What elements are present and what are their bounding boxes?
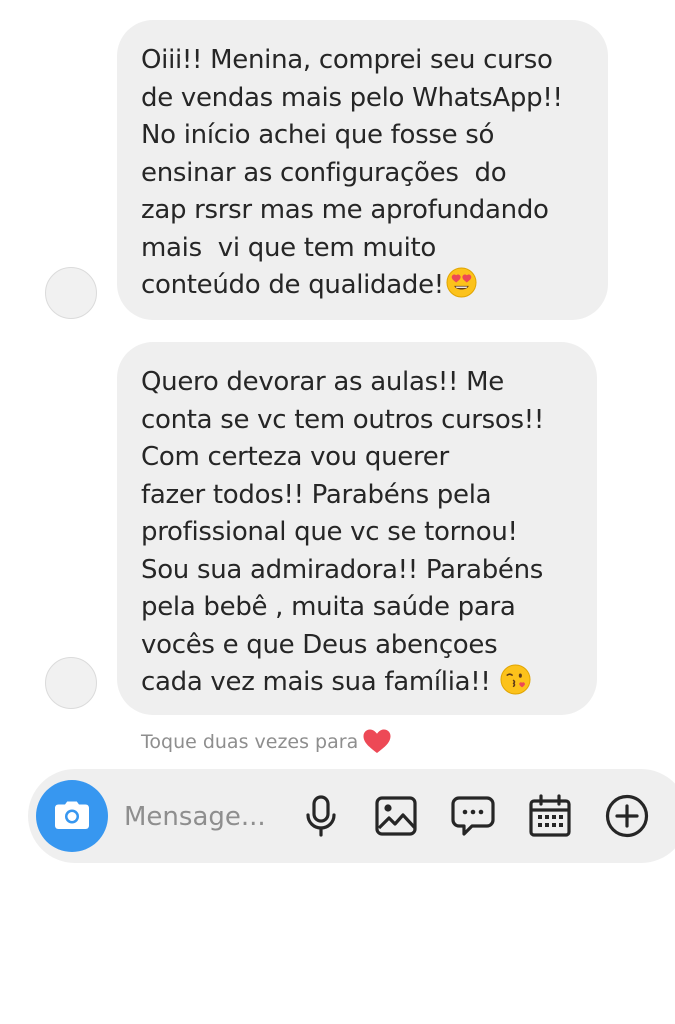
message-text-line: Sou sua admiradora!! Parabéns xyxy=(141,554,544,585)
message-text-line: pela bebê , muita saúde para xyxy=(141,592,516,622)
plus-circle-icon xyxy=(605,794,649,838)
message-text-line: Quero devorar as aulas!! Me xyxy=(141,367,504,397)
message-text-line: de vendas mais pelo WhatsApp!! xyxy=(141,82,563,113)
chat-bubble-button[interactable] xyxy=(450,792,496,840)
message-text-line: ensinar as configurações do xyxy=(141,157,507,188)
microphone-icon xyxy=(306,795,336,837)
message-text-fragment: cada vez mais sua família!! xyxy=(141,667,499,697)
message-bubble[interactable]: Oiii!! Menina, comprei seu curso de vend… xyxy=(117,20,608,320)
heart-eyes-emoji-icon xyxy=(446,267,477,298)
message-text-line-last: cada vez mais sua família!! xyxy=(141,664,577,702)
message-text-fragment: conteúdo de qualidade! xyxy=(141,270,444,300)
message-input[interactable] xyxy=(124,796,284,838)
message-bubble[interactable]: Quero devorar as aulas!! Me conta se vc … xyxy=(117,342,597,715)
gallery-icon xyxy=(375,796,417,836)
message-text-line: profissional que vc se tornou! xyxy=(141,517,518,547)
double-tap-like-hint: Toque duas vezes para xyxy=(141,728,392,754)
microphone-button[interactable] xyxy=(298,792,344,840)
sender-avatar[interactable] xyxy=(45,267,97,319)
message-text-line-last: conteúdo de qualidade! xyxy=(141,267,588,305)
message-text-line: mais vi que tem muito xyxy=(141,232,436,263)
message-text-line: zap rsrsr mas me aprofundando xyxy=(141,195,549,225)
message-text-line: No início achei que fosse só xyxy=(141,120,495,150)
heart-icon xyxy=(363,729,391,753)
gallery-button[interactable] xyxy=(373,792,419,840)
more-options-button[interactable] xyxy=(604,792,650,840)
camera-button[interactable] xyxy=(36,780,108,852)
message-text-line: vocês e que Deus abençoes xyxy=(141,629,498,660)
message-text-line: Oiii!! Menina, comprei seu curso xyxy=(141,45,553,75)
sender-avatar[interactable] xyxy=(45,657,97,709)
face-blowing-kiss-emoji-icon xyxy=(500,664,531,695)
message-text-line: Com certeza vou querer xyxy=(141,442,449,472)
calendar-icon xyxy=(529,794,571,837)
chat-bubble-icon xyxy=(451,796,495,836)
message-text-line: fazer todos!! Parabéns pela xyxy=(141,479,492,510)
camera-icon xyxy=(55,801,89,829)
double-tap-hint-text: Toque duas vezes para xyxy=(141,731,359,753)
calendar-button[interactable] xyxy=(527,792,573,840)
message-text-line: conta se vc tem outros cursos!! xyxy=(141,404,545,435)
